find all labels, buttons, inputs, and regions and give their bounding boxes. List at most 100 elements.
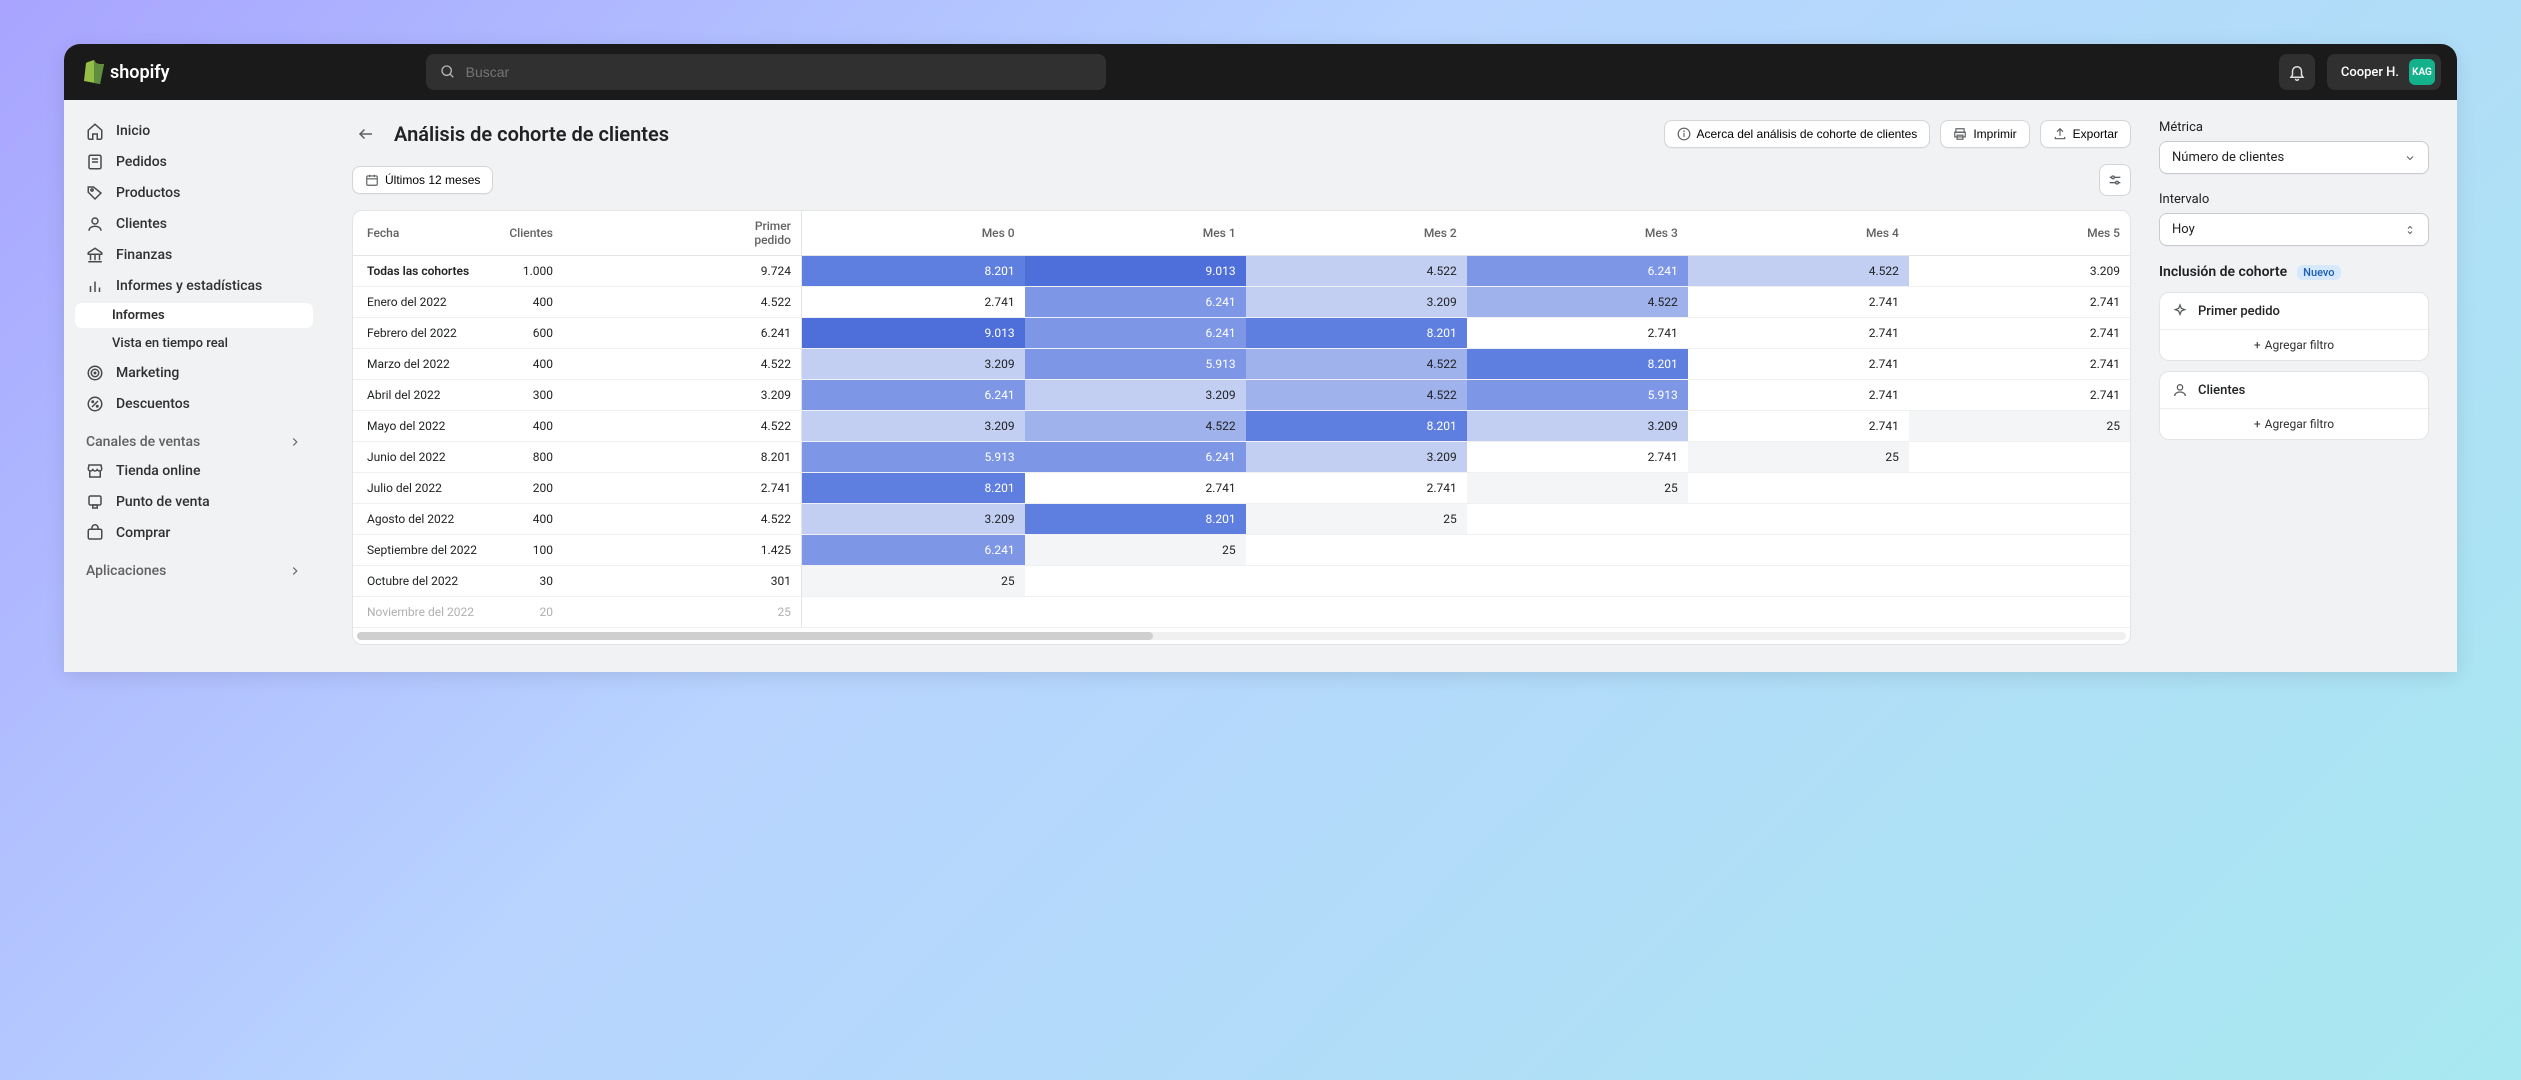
cohort-cell: 3.209 bbox=[1246, 287, 1467, 318]
row-clients: 800 bbox=[493, 442, 563, 473]
cohort-cell: 25 bbox=[1246, 504, 1467, 535]
horizontal-scrollbar[interactable] bbox=[357, 632, 2126, 640]
interval-label: Intervalo bbox=[2159, 192, 2429, 207]
cohort-cell: 3.209 bbox=[1467, 411, 1688, 442]
cohort-cell: 2.741 bbox=[801, 287, 1024, 318]
sidebar-item-label: Clientes bbox=[116, 216, 167, 232]
tag-icon bbox=[86, 184, 104, 202]
brand-logo[interactable]: shopify bbox=[80, 59, 170, 85]
back-button[interactable] bbox=[352, 120, 380, 148]
cohort-cell bbox=[1467, 597, 1688, 628]
sidebar-item-informes y estadísticas[interactable]: Informes y estadísticas bbox=[74, 271, 314, 301]
sidebar-item-clientes[interactable]: Clientes bbox=[74, 209, 314, 239]
cohort-cell: 8.201 bbox=[1246, 318, 1467, 349]
cohort-cell bbox=[1688, 566, 1909, 597]
topbar: shopify Cooper H. KAG bbox=[64, 44, 2457, 100]
home-icon bbox=[86, 122, 104, 140]
cohort-cell: 2.741 bbox=[1025, 473, 1246, 504]
cohort-cell bbox=[1909, 566, 2130, 597]
table-row[interactable]: Octubre del 2022 30 30125 bbox=[353, 566, 2130, 597]
table-row[interactable]: Enero del 2022 400 4.5222.7416.2413.2094… bbox=[353, 287, 2130, 318]
cohort-cell: 6.241 bbox=[1025, 287, 1246, 318]
table-row[interactable]: Agosto del 2022 400 4.5223.2098.20125 bbox=[353, 504, 2130, 535]
user-icon bbox=[2172, 382, 2188, 398]
table-row[interactable]: Junio del 2022 800 8.2015.9136.2413.2092… bbox=[353, 442, 2130, 473]
row-first-order: 4.522 bbox=[563, 411, 801, 442]
row-clients: 300 bbox=[493, 380, 563, 411]
table-row[interactable]: Todas las cohortes 1.000 9.7248.2019.013… bbox=[353, 256, 2130, 287]
bell-icon bbox=[2288, 63, 2306, 81]
cohort-cell: 3.209 bbox=[801, 411, 1024, 442]
sidebar-item-productos[interactable]: Productos bbox=[74, 178, 314, 208]
sidebar-item-label: Informes bbox=[112, 308, 165, 323]
sidebar-item-label: Comprar bbox=[116, 525, 170, 541]
add-filter-customers[interactable]: +Agregar filtro bbox=[2160, 408, 2428, 439]
sales-channels-header[interactable]: Canales de ventas bbox=[74, 420, 314, 456]
metric-label: Métrica bbox=[2159, 120, 2429, 135]
sidebar-item-marketing[interactable]: Marketing bbox=[74, 358, 314, 388]
row-first-order: 2.741 bbox=[563, 473, 801, 504]
cohort-cell: 3.209 bbox=[1909, 256, 2130, 287]
page-header: Análisis de cohorte de clientes Acerca d… bbox=[352, 120, 2131, 148]
sidebar-item-tienda online[interactable]: Tienda online bbox=[74, 456, 314, 486]
search-input[interactable] bbox=[466, 64, 1092, 80]
cohort-cell bbox=[1688, 597, 1909, 628]
print-button[interactable]: Imprimir bbox=[1940, 120, 2029, 148]
sidebar-item-descuentos[interactable]: Descuentos bbox=[74, 389, 314, 419]
cohort-cell bbox=[1246, 535, 1467, 566]
table-row[interactable]: Mayo del 2022 400 4.5223.2094.5228.2013.… bbox=[353, 411, 2130, 442]
user-menu[interactable]: Cooper H. KAG bbox=[2327, 54, 2441, 90]
row-first-order: 4.522 bbox=[563, 349, 801, 380]
main: Análisis de cohorte de clientes Acerca d… bbox=[324, 100, 2457, 672]
table-row[interactable]: Septiembre del 2022 100 1.4256.24125 bbox=[353, 535, 2130, 566]
cohort-cell bbox=[1025, 597, 1246, 628]
row-first-order: 9.724 bbox=[563, 256, 801, 287]
row-label: Noviembre del 2022 bbox=[353, 597, 493, 628]
table-row[interactable]: Noviembre del 2022 20 25 bbox=[353, 597, 2130, 628]
table-row[interactable]: Febrero del 2022 600 6.2419.0136.2418.20… bbox=[353, 318, 2130, 349]
shop-icon bbox=[86, 524, 104, 542]
notifications-button[interactable] bbox=[2279, 54, 2315, 90]
apps-header[interactable]: Aplicaciones bbox=[74, 549, 314, 585]
sidebar-item-informes[interactable]: Informes bbox=[74, 302, 314, 329]
row-clients: 400 bbox=[493, 411, 563, 442]
row-clients: 400 bbox=[493, 349, 563, 380]
cohort-cell: 9.013 bbox=[801, 318, 1024, 349]
sidebar-item-punto de venta[interactable]: Punto de venta bbox=[74, 487, 314, 517]
topbar-right: Cooper H. KAG bbox=[2279, 54, 2441, 90]
chevron-right-icon bbox=[288, 435, 302, 449]
date-range-button[interactable]: Últimos 12 meses bbox=[352, 166, 493, 194]
customize-button[interactable] bbox=[2099, 164, 2131, 196]
row-clients: 1.000 bbox=[493, 256, 563, 287]
inclusion-header: Inclusión de cohorte Nuevo bbox=[2159, 264, 2429, 280]
cohort-cell: 3.209 bbox=[1025, 380, 1246, 411]
export-button[interactable]: Exportar bbox=[2040, 120, 2131, 148]
page-title: Análisis de cohorte de clientes bbox=[394, 122, 669, 146]
sidebar-item-vista en tiempo real[interactable]: Vista en tiempo real bbox=[74, 330, 314, 357]
cohort-cell: 3.209 bbox=[1246, 442, 1467, 473]
cohort-cell bbox=[1025, 566, 1246, 597]
sidebar-item-label: Descuentos bbox=[116, 396, 190, 412]
metric-select[interactable]: Número de clientes bbox=[2159, 141, 2429, 174]
table-row[interactable]: Abril del 2022 300 3.2096.2413.2094.5225… bbox=[353, 380, 2130, 411]
cohort-cell: 6.241 bbox=[1467, 256, 1688, 287]
sidebar-item-label: Marketing bbox=[116, 365, 179, 381]
interval-select[interactable]: Hoy bbox=[2159, 213, 2429, 246]
sidebar-item-pedidos[interactable]: Pedidos bbox=[74, 147, 314, 177]
add-filter-first-order[interactable]: +Agregar filtro bbox=[2160, 329, 2428, 360]
row-label: Enero del 2022 bbox=[353, 287, 493, 318]
cohort-cell: 25 bbox=[801, 566, 1024, 597]
table-row[interactable]: Marzo del 2022 400 4.5223.2095.9134.5228… bbox=[353, 349, 2130, 380]
sidebar-item-finanzas[interactable]: Finanzas bbox=[74, 240, 314, 270]
about-button[interactable]: Acerca del análisis de cohorte de client… bbox=[1664, 120, 1931, 148]
user-name: Cooper H. bbox=[2341, 65, 2399, 80]
column-header: Mes 5 bbox=[1909, 211, 2130, 256]
row-first-order: 301 bbox=[563, 566, 801, 597]
sidebar-item-inicio[interactable]: Inicio bbox=[74, 116, 314, 146]
cohort-cell bbox=[1909, 504, 2130, 535]
search-bar[interactable] bbox=[426, 54, 1106, 90]
row-clients: 30 bbox=[493, 566, 563, 597]
cohort-cell: 9.013 bbox=[1025, 256, 1246, 287]
table-row[interactable]: Julio del 2022 200 2.7418.2012.7412.7412… bbox=[353, 473, 2130, 504]
sidebar-item-comprar[interactable]: Comprar bbox=[74, 518, 314, 548]
